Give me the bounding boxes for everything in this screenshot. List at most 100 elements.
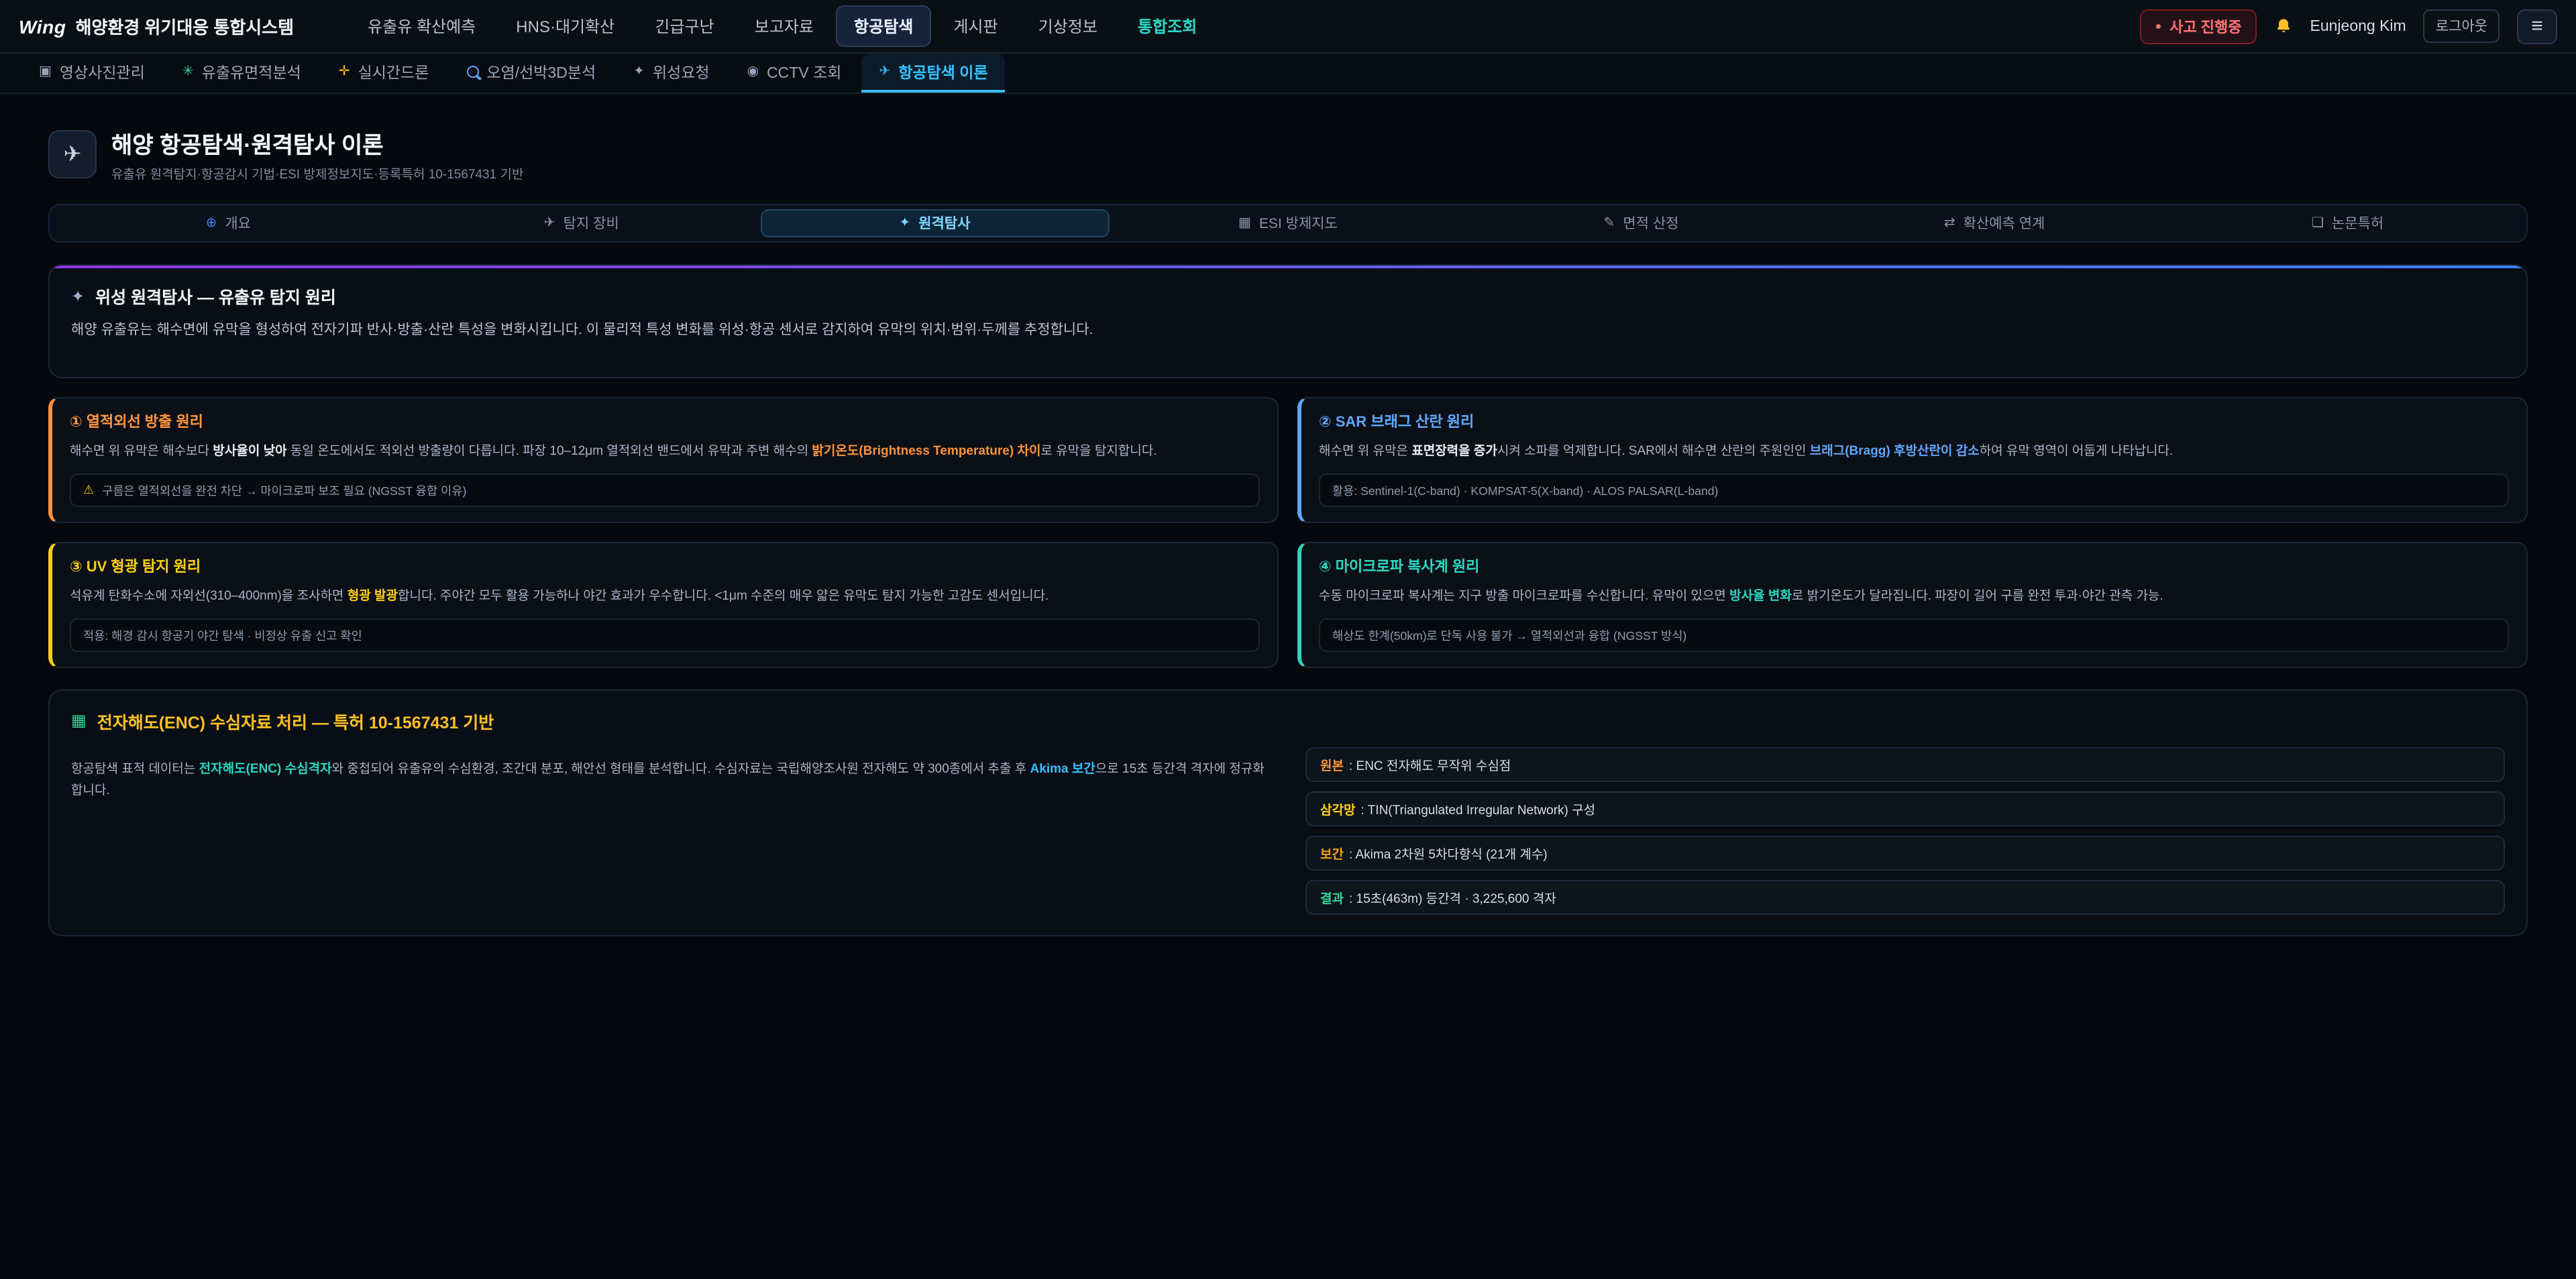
enc-row-tin: 삼각망 : TIN(Triangulated Irregular Network… — [1305, 791, 2505, 826]
tab-papers-patents[interactable]: ❏ 논문특허 — [2173, 209, 2522, 237]
map-icon: ▦ — [1238, 217, 1251, 230]
app-title: 해양환경 위기대응 통합시스템 — [76, 13, 294, 39]
magnifier-icon — [466, 66, 478, 78]
tab-label: ESI 방제지도 — [1259, 213, 1338, 233]
card-title: ③ UV 형광 탐지 원리 — [70, 555, 1260, 577]
subnav-item-oil-area-analysis[interactable]: ✳ 유출유면적분석 — [165, 54, 319, 93]
topbar-right: ● 사고 진행중 Eunjeong Kim 로그아웃 ≡ — [2141, 9, 2558, 44]
enc-row-value: : Akima 2차원 5차다항식 (21개 계수) — [1349, 843, 1548, 862]
page-header: ✈ 해양 항공탐색·원격탐사 이론 유출유 원격탐지·항공감시 기법·ESI 방… — [48, 126, 2528, 182]
nav-item-board[interactable]: 게시판 — [936, 5, 1015, 47]
page-title: 해양 항공탐색·원격탐사 이론 — [111, 126, 523, 160]
tab-detection-equipment[interactable]: ✈ 탐지 장비 — [407, 209, 757, 237]
tab-label: 면적 산정 — [1623, 213, 1678, 233]
card-thermal-infrared: ① 열적외선 방출 원리 해수면 위 유막은 해수보다 방사율이 낮아 동일 온… — [48, 397, 1279, 523]
nav-item-emergency-rescue[interactable]: 긴급구난 — [637, 5, 731, 47]
theory-tab-bar: ⊕ 개요 ✈ 탐지 장비 ✦ 원격탐사 ▦ ESI 방제지도 ✎ 면적 산정 ⇄… — [48, 204, 2528, 243]
page-subtitle: 유출유 원격탐지·항공감시 기법·ESI 방제정보지도·등록특허 10-1567… — [111, 164, 523, 182]
enc-process-rows: 원본 : ENC 전자해도 무작위 수심점 삼각망 : TIN(Triangul… — [1305, 746, 2505, 914]
logo-text: Wing — [19, 15, 66, 37]
tab-remote-sensing[interactable]: ✦ 원격탐사 — [760, 209, 1110, 237]
user-name: Eunjeong Kim — [2310, 18, 2406, 34]
incident-status-badge[interactable]: ● 사고 진행중 — [2141, 9, 2257, 44]
warning-icon: ⚠ — [83, 483, 94, 498]
card-note: ⚠ 구름은 열적외선을 완전 차단 → 마이크로파 보조 필요 (NGSST 융… — [70, 474, 1260, 507]
card-title: ④ 마이크로파 복사계 원리 — [1319, 555, 2509, 577]
incident-dot-icon: ● — [2155, 21, 2162, 32]
subnav-label: 실시간드론 — [358, 61, 429, 82]
subnav-label: 영상사진관리 — [60, 61, 145, 82]
subnav-item-cctv-search[interactable]: ◉ CCTV 조회 — [730, 54, 859, 93]
main-nav: 유출유 확산예측 HNS·대기확산 긴급구난 보고자료 항공탐색 게시판 기상정… — [350, 5, 1214, 47]
analysis-icon: ✳ — [182, 65, 194, 78]
satellite-icon: ✦ — [899, 217, 910, 230]
page-icon: ✈ — [48, 130, 97, 178]
tab-label: 논문특허 — [2332, 213, 2383, 233]
card-body: 석유계 탄화수소에 자외선(310–400nm)을 조사하면 형광 발광합니다.… — [70, 586, 1260, 608]
enc-row-label: 삼각망 — [1320, 799, 1355, 818]
tab-label: 개요 — [225, 213, 251, 233]
section-header: ✦ 위성 원격탐사 — 유출유 탐지 원리 — [71, 283, 2505, 309]
top-navbar: Wing 해양환경 위기대응 통합시스템 유출유 확산예측 HNS·대기확산 긴… — [0, 0, 2576, 54]
enc-description: 항공탐색 표적 데이터는 전자해도(ENC) 수심격자와 중첩되어 유출유의 수… — [71, 759, 1271, 803]
card-note: 해상도 한계(50km)로 단독 사용 불가 → 열적외선과 융합 (NGSST… — [1319, 618, 2509, 651]
hamburger-menu-icon[interactable]: ≡ — [2517, 9, 2557, 44]
tab-esi-map[interactable]: ▦ ESI 방제지도 — [1114, 209, 1463, 237]
airplane-icon: ✈ — [544, 217, 555, 230]
nav-item-oil-spill-prediction[interactable]: 유출유 확산예측 — [350, 5, 493, 47]
airplane-icon: ✈ — [879, 65, 890, 78]
logout-button[interactable]: 로그아웃 — [2424, 9, 2500, 43]
principle-cards-grid: ① 열적외선 방출 원리 해수면 위 유막은 해수보다 방사율이 낮아 동일 온… — [48, 397, 2528, 668]
card-title: ② SAR 브래그 산란 원리 — [1319, 410, 2509, 432]
enc-row-label: 보간 — [1320, 843, 1344, 862]
card-note-text: 구름은 열적외선을 완전 차단 → 마이크로파 보조 필요 (NGSST 융합 … — [102, 482, 466, 499]
enc-row-label: 원본 — [1320, 755, 1344, 773]
subnav-item-realtime-drone[interactable]: ✛ 실시간드론 — [321, 54, 447, 93]
enc-body: 항공탐색 표적 데이터는 전자해도(ENC) 수심격자와 중첩되어 유출유의 수… — [71, 746, 2505, 914]
subnav-label: 오염/선박3D분석 — [486, 61, 596, 82]
tab-label: 확산예측 연계 — [1964, 213, 2045, 233]
card-uv-fluorescence: ③ UV 형광 탐지 원리 석유계 탄화수소에 자외선(310–400nm)을 … — [48, 542, 1279, 668]
subnav-item-image-management[interactable]: ▣ 영상사진관리 — [21, 54, 162, 93]
tab-area-calculation[interactable]: ✎ 면적 산정 — [1466, 209, 1816, 237]
nav-item-weather-info[interactable]: 기상정보 — [1021, 5, 1115, 47]
card-microwave-radiometer: ④ 마이크로파 복사계 원리 수동 마이크로파 복사계는 지구 방출 마이크로파… — [1297, 542, 2528, 668]
card-sar-bragg: ② SAR 브래그 산란 원리 해수면 위 유막은 표면장력을 증가시켜 소파를… — [1297, 397, 2528, 523]
section-title: 전자해도(ENC) 수심자료 처리 — 특허 10-1567431 기반 — [97, 708, 494, 733]
enc-row-label: 결과 — [1320, 887, 1344, 906]
incident-label: 사고 진행중 — [2169, 15, 2241, 37]
enc-row-value: : ENC 전자해도 무작위 수심점 — [1349, 755, 1511, 773]
section-header: ▦ 전자해도(ENC) 수심자료 처리 — 특허 10-1567431 기반 — [71, 708, 2505, 733]
card-body: 해수면 위 유막은 표면장력을 증가시켜 소파를 억제합니다. SAR에서 해수… — [1319, 441, 2509, 463]
tab-diffusion-link[interactable]: ⇄ 확산예측 연계 — [1820, 209, 2169, 237]
app-root: Wing 해양환경 위기대응 통합시스템 유출유 확산예측 HNS·대기확산 긴… — [0, 0, 2576, 1279]
document-icon: ❏ — [2312, 217, 2324, 230]
chart-grid-icon: ▦ — [71, 711, 87, 730]
tab-label: 탐지 장비 — [564, 213, 619, 233]
subnav-item-satellite-request[interactable]: ✦ 위성요청 — [616, 54, 727, 93]
enc-bathymetry-panel: ▦ 전자해도(ENC) 수심자료 처리 — 특허 10-1567431 기반 항… — [48, 689, 2528, 936]
app-logo[interactable]: Wing 해양환경 위기대응 통합시스템 — [19, 13, 294, 39]
nav-item-hns-air-diffusion[interactable]: HNS·대기확산 — [498, 5, 632, 47]
pencil-icon: ✎ — [1604, 217, 1615, 230]
card-title: ① 열적외선 방출 원리 — [70, 410, 1260, 432]
notification-bell-icon[interactable] — [2274, 17, 2293, 36]
card-body: 수동 마이크로파 복사계는 지구 방출 마이크로파를 수신합니다. 유막이 있으… — [1319, 586, 2509, 608]
globe-icon: ⊕ — [206, 217, 217, 230]
subnav-label: 유출유면적분석 — [202, 61, 301, 82]
enc-row-source: 원본 : ENC 전자해도 무작위 수심점 — [1305, 746, 2505, 781]
nav-item-reports[interactable]: 보고자료 — [737, 5, 831, 47]
main-content: ✈ 해양 항공탐색·원격탐사 이론 유출유 원격탐지·항공감시 기법·ESI 방… — [0, 94, 2576, 936]
satellite-icon: ✦ — [633, 65, 645, 78]
nav-item-integrated-search[interactable]: 통합조회 — [1120, 5, 1214, 47]
subnav-label: 위성요청 — [653, 61, 710, 82]
card-note-text: 활용: Sentinel-1(C-band) · KOMPSAT-5(X-ban… — [1332, 482, 1718, 499]
enc-row-value: : 15초(463m) 등간격 · 3,225,600 격자 — [1349, 887, 1556, 906]
tab-overview[interactable]: ⊕ 개요 — [54, 209, 403, 237]
nav-item-aerial-search[interactable]: 항공탐색 — [837, 5, 930, 47]
enc-row-result: 결과 : 15초(463m) 등간격 · 3,225,600 격자 — [1305, 879, 2505, 914]
tab-label: 원격탐사 — [918, 213, 970, 233]
enc-row-value: : TIN(Triangulated Irregular Network) 구성 — [1360, 799, 1595, 818]
subnav-item-aerial-theory[interactable]: ✈ 항공탐색 이론 — [861, 54, 1005, 93]
subnav-item-pollution-ship-3d[interactable]: 오염/선박3D분석 — [449, 54, 613, 93]
